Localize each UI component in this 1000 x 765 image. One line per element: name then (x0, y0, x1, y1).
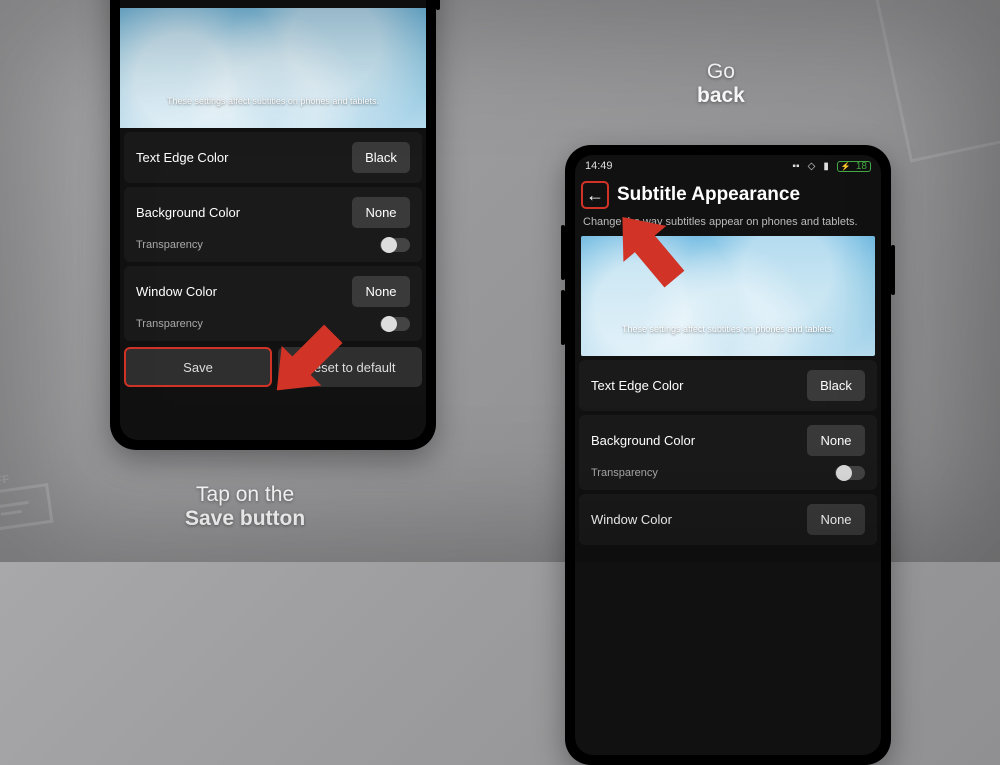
preview-text: These settings affect subtitles on phone… (167, 96, 379, 106)
label-bg-transparency: Transparency (591, 467, 658, 479)
caption-left-line1: Tap on the (196, 483, 294, 506)
sim-icon: ▪▪ (792, 161, 799, 172)
reset-button[interactable]: Reset to default (278, 347, 422, 387)
toggle-win-transparency[interactable] (380, 317, 410, 331)
preview-text: These settings affect subtitles on phone… (622, 324, 834, 334)
save-button[interactable]: Save (124, 347, 272, 387)
label-background-color: Background Color (591, 433, 695, 448)
label-text-edge-color: Text Edge Color (591, 378, 684, 393)
label-win-transparency: Transparency (136, 318, 203, 330)
caption-left: Tap on the Save button (185, 483, 305, 531)
page-subtitle: Change the way subtitles appear on phone… (575, 215, 881, 236)
status-time: 14:49 (585, 160, 613, 172)
label-bg-transparency: Transparency (136, 239, 203, 251)
row-bg-transparency[interactable]: Transparency (579, 466, 877, 490)
toggle-bg-transparency[interactable] (380, 238, 410, 252)
label-text-edge-color: Text Edge Color (136, 150, 229, 165)
signal-icon: ▮ (823, 161, 829, 172)
caption-right-line1: Go (707, 60, 735, 83)
screen-left: These settings affect subtitles on phone… (120, 0, 426, 440)
page-title: Subtitle Appearance (617, 184, 800, 206)
value-text-edge-color[interactable]: Black (807, 370, 865, 401)
screen-right: 14:49 ▪▪ ◇ ▮ ⚡18 ← Subtitle Appearance C… (575, 155, 881, 755)
row-win-transparency[interactable]: Transparency (124, 317, 422, 341)
value-background-color[interactable]: None (807, 425, 865, 456)
phone-left: These settings affect subtitles on phone… (110, 0, 436, 450)
back-arrow-icon: ← (586, 186, 604, 204)
subtitle-preview: These settings affect subtitles on phone… (120, 8, 426, 128)
subtitle-preview: These settings affect subtitles on phone… (581, 236, 875, 356)
bg-decoration-stroke (873, 0, 1000, 163)
wifi-icon: ◇ (808, 161, 816, 172)
status-icons: ▪▪ ◇ ▮ ⚡18 (787, 160, 871, 172)
row-bg-transparency[interactable]: Transparency (124, 238, 422, 262)
caption-right: Go back (697, 60, 745, 108)
label-window-color: Window Color (136, 284, 217, 299)
value-window-color[interactable]: None (807, 504, 865, 535)
row-text-edge-color[interactable]: Text Edge Color Black (579, 360, 877, 411)
caption-right-line2: back (697, 84, 745, 107)
row-background-color[interactable]: Background Color None (124, 187, 422, 238)
value-background-color[interactable]: None (352, 197, 410, 228)
caption-left-line2: Save button (185, 507, 305, 530)
value-window-color[interactable]: None (352, 276, 410, 307)
phone-right: 14:49 ▪▪ ◇ ▮ ⚡18 ← Subtitle Appearance C… (565, 145, 891, 765)
toggle-bg-transparency[interactable] (835, 466, 865, 480)
row-window-color[interactable]: Window Color None (579, 494, 877, 545)
label-window-color: Window Color (591, 512, 672, 527)
label-background-color: Background Color (136, 205, 240, 220)
row-text-edge-color[interactable]: Text Edge Color Black (124, 132, 422, 183)
value-text-edge-color[interactable]: Black (352, 142, 410, 173)
battery-icon: ⚡18 (837, 161, 871, 172)
row-background-color[interactable]: Background Color None (579, 415, 877, 466)
back-button[interactable]: ← (581, 181, 609, 209)
row-window-color[interactable]: Window Color None (124, 266, 422, 317)
status-bar: 14:49 ▪▪ ◇ ▮ ⚡18 (575, 155, 881, 177)
bg-decoration-off: OFF (0, 468, 54, 531)
